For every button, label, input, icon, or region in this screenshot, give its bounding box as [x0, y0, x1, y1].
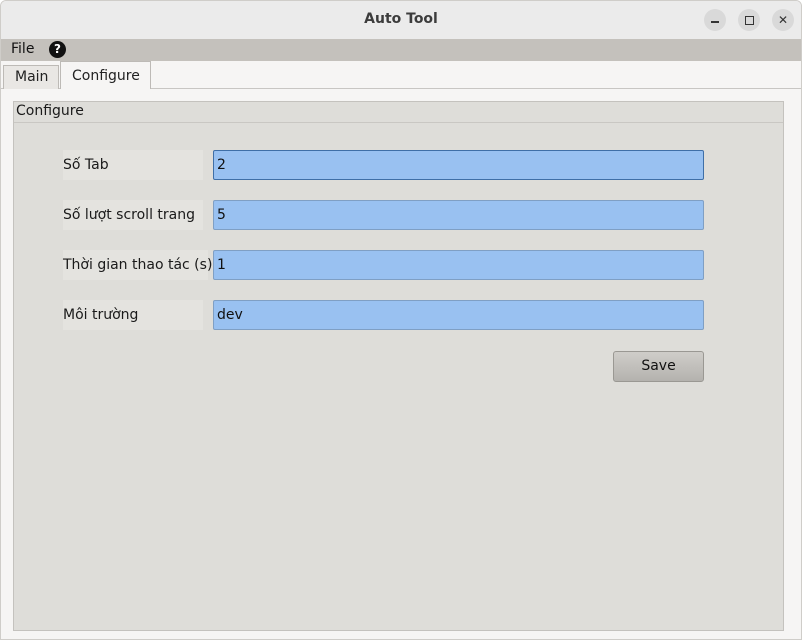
configure-groupbox: Configure Số Tab Số lượt scroll trang Th… — [13, 101, 784, 631]
window-title: Auto Tool — [364, 11, 438, 27]
action-time-label: Thời gian thao tác (s) — [63, 250, 212, 280]
menu-file[interactable]: File — [11, 41, 34, 57]
close-icon: ✕ — [777, 13, 789, 27]
scroll-count-input[interactable] — [213, 200, 704, 230]
close-button[interactable]: ✕ — [772, 9, 794, 31]
help-icon[interactable]: ? — [49, 41, 66, 58]
minimize-button[interactable] — [704, 9, 726, 31]
save-button[interactable]: Save — [613, 351, 704, 382]
configure-panel: Configure Số Tab Số lượt scroll trang Th… — [1, 89, 801, 639]
app-window: Auto Tool ✕ File ? Main Configure Config… — [0, 0, 802, 640]
title-bar: Auto Tool ✕ — [1, 1, 801, 39]
environment-label: Môi trường — [63, 300, 203, 330]
tab-main[interactable]: Main — [3, 65, 59, 89]
groupbox-title: Configure — [16, 103, 84, 119]
tab-bar: Main Configure — [1, 61, 801, 90]
menu-bar: File ? — [1, 39, 801, 61]
minimize-icon — [711, 21, 719, 23]
maximize-icon — [744, 15, 754, 25]
action-time-input[interactable] — [213, 250, 704, 280]
tab-count-label: Số Tab — [63, 150, 203, 180]
tab-count-input[interactable] — [213, 150, 704, 180]
tab-configure[interactable]: Configure — [60, 61, 151, 90]
groupbox-divider — [14, 122, 783, 123]
environment-input[interactable] — [213, 300, 704, 330]
scroll-count-label: Số lượt scroll trang — [63, 200, 203, 230]
maximize-button[interactable] — [738, 9, 760, 31]
